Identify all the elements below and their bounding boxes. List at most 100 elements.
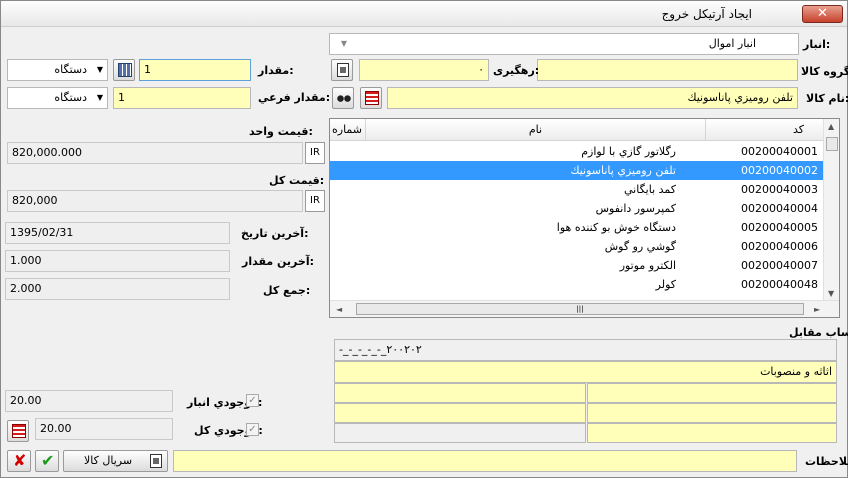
title-bar: ایجاد آرتیکل خروج ✕ <box>1 1 847 27</box>
chevron-down-icon: ▼ <box>340 39 348 48</box>
last-qty-label: آخرين مقدار: <box>242 255 314 268</box>
row-name: تلفن روميزي پاناسونيك <box>570 164 676 177</box>
serial-button-label: سريال كالا <box>84 454 133 467</box>
last-date-label: آخرين تاريخ: <box>241 227 309 240</box>
account-code-field[interactable]: -_-_-_-_-_۲۰۰۲۰۲ <box>334 339 837 361</box>
cancel-x-icon: ✘ <box>13 451 27 470</box>
list-red-icon <box>365 91 379 105</box>
stock-detail-button[interactable] <box>7 420 29 442</box>
stock-warehouse-value: 20.00 <box>5 390 173 412</box>
row-code: 00200040005 <box>741 221 818 234</box>
row-name: الكترو موتور <box>619 259 676 272</box>
table-row[interactable]: كمد بايگاني 00200040003 <box>330 180 824 199</box>
table-row[interactable]: الكترو موتور 00200040007 <box>330 256 824 275</box>
item-red-button[interactable] <box>360 87 382 109</box>
table-row[interactable]: رگلاتور گازي با لوازم 00200040001 <box>330 142 824 161</box>
quantity-unit-select[interactable]: دستگاه ▼ <box>7 59 108 81</box>
row-code: 00200040001 <box>741 145 818 158</box>
scroll-right-icon[interactable]: ► <box>814 305 820 314</box>
window-title: ایجاد آرتیکل خروج <box>661 7 752 21</box>
row-name: كولر <box>655 278 676 291</box>
account-cell-1[interactable] <box>334 383 586 403</box>
check-icon: ✔ <box>41 451 55 470</box>
horizontal-scrollbar[interactable]: ◄ ||| ► <box>330 300 839 317</box>
stock-total-checkbox[interactable]: ✓ <box>246 423 259 436</box>
total-price-currency: IR <box>305 190 325 212</box>
last-date-value: 1395/02/31 <box>5 222 230 244</box>
row-code: 00200040002 <box>741 164 818 177</box>
total-sum-value: 2.000 <box>5 278 230 300</box>
row-name: دستگاه خوش بو كننده هوا <box>556 221 676 234</box>
account-cell-5[interactable] <box>334 423 586 443</box>
total-price-label: قيمت كل: <box>269 174 325 187</box>
quantity-calc-button[interactable] <box>113 59 135 81</box>
row-code: 00200040004 <box>741 202 818 215</box>
warehouse-value: انبار اموال <box>708 37 756 50</box>
serial-button[interactable]: سريال كالا <box>63 450 168 472</box>
stock-warehouse-checkbox[interactable]: ✓ <box>246 394 259 407</box>
row-code: 00200040007 <box>741 259 818 272</box>
table-row[interactable]: كولر 00200040048 <box>330 275 824 294</box>
row-code: 00200040006 <box>741 240 818 253</box>
tracking-lookup-button[interactable] <box>331 59 353 81</box>
subquantity-label: مقدار فرعي: <box>258 91 331 104</box>
row-name: گوشي رو گوش <box>604 240 676 253</box>
dialog-window: ایجاد آرتیکل خروج ✕ انبار: انبار اموال ▼… <box>0 0 848 478</box>
header-name[interactable]: نام <box>366 119 706 141</box>
scroll-down-icon[interactable]: ▼ <box>828 289 834 298</box>
item-grid[interactable]: شماره نام کد رگلاتور گازي با لوازم 002000… <box>329 118 840 318</box>
table-row[interactable]: تلفن روميزي پاناسونيك 00200040002 <box>330 161 824 180</box>
warehouse-label: انبار: <box>803 38 831 51</box>
account-cell-2[interactable] <box>587 383 837 403</box>
table-row[interactable]: دستگاه خوش بو كننده هوا 00200040005 <box>330 218 824 237</box>
cancel-button[interactable]: ✘ <box>7 450 31 472</box>
subquantity-unit-value: دستگاه <box>54 91 87 104</box>
scroll-up-icon[interactable]: ▲ <box>828 122 834 131</box>
account-cell-3[interactable] <box>334 403 586 423</box>
stock-total-value: 20.00 <box>35 418 173 440</box>
account-panel: -_-_-_-_-_۲۰۰۲۰۲ اثاثه و منصوبات <box>329 334 840 444</box>
document-icon <box>150 454 162 468</box>
unit-price-label: قيمت واحد: <box>249 125 313 138</box>
account-cell-4[interactable] <box>587 403 837 423</box>
group-label: گروه کالا: <box>801 65 848 78</box>
item-name-label: نام کالا: <box>806 92 848 105</box>
unit-price-currency: IR <box>305 142 325 164</box>
tracking-label: رهگیری: <box>493 64 540 77</box>
last-qty-value: 1.000 <box>5 250 230 272</box>
confirm-button[interactable]: ✔ <box>35 450 59 472</box>
grid-header: شماره نام کد <box>330 119 824 141</box>
header-code[interactable]: کد <box>706 119 824 141</box>
subquantity-unit-select[interactable]: دستگاه ▼ <box>7 87 108 109</box>
calculator-icon <box>118 63 132 77</box>
notes-input[interactable] <box>173 450 797 472</box>
warehouse-select[interactable]: انبار اموال ▼ <box>329 33 799 55</box>
quantity-input[interactable]: 1 <box>139 59 251 81</box>
row-name: رگلاتور گازي با لوازم <box>581 145 676 158</box>
document-icon <box>337 63 349 77</box>
quantity-label: مقدار: <box>258 64 294 77</box>
list-red-icon <box>12 424 26 438</box>
horizontal-scroll-thumb[interactable]: ||| <box>356 303 804 315</box>
unit-price-value: 820,000.000 <box>7 142 303 164</box>
group-input[interactable] <box>537 59 798 81</box>
total-price-value: 820,000 <box>7 190 303 212</box>
item-name-input[interactable]: تلفن روميزي پاناسونيك <box>387 87 798 109</box>
table-row[interactable]: كمپرسور دانفوس 00200040004 <box>330 199 824 218</box>
tracking-input[interactable]: ۰ <box>359 59 489 81</box>
account-cell-6[interactable] <box>587 423 837 443</box>
header-number[interactable]: شماره <box>330 119 366 141</box>
scroll-left-icon[interactable]: ◄ <box>336 305 342 314</box>
binoculars-icon <box>337 92 351 103</box>
quantity-unit-value: دستگاه <box>54 63 87 76</box>
subquantity-input[interactable]: 1 <box>113 87 251 109</box>
total-sum-label: جمع كل: <box>263 284 311 297</box>
table-row[interactable]: گوشي رو گوش 00200040006 <box>330 237 824 256</box>
close-button[interactable]: ✕ <box>802 5 843 23</box>
item-search-button[interactable] <box>332 87 354 109</box>
vertical-scrollbar[interactable]: ▲ ▼ <box>823 119 839 302</box>
account-name-field[interactable]: اثاثه و منصوبات <box>334 361 837 383</box>
row-code: 00200040003 <box>741 183 818 196</box>
vertical-scroll-thumb[interactable] <box>826 137 838 151</box>
row-name: كمد بايگاني <box>624 183 676 196</box>
